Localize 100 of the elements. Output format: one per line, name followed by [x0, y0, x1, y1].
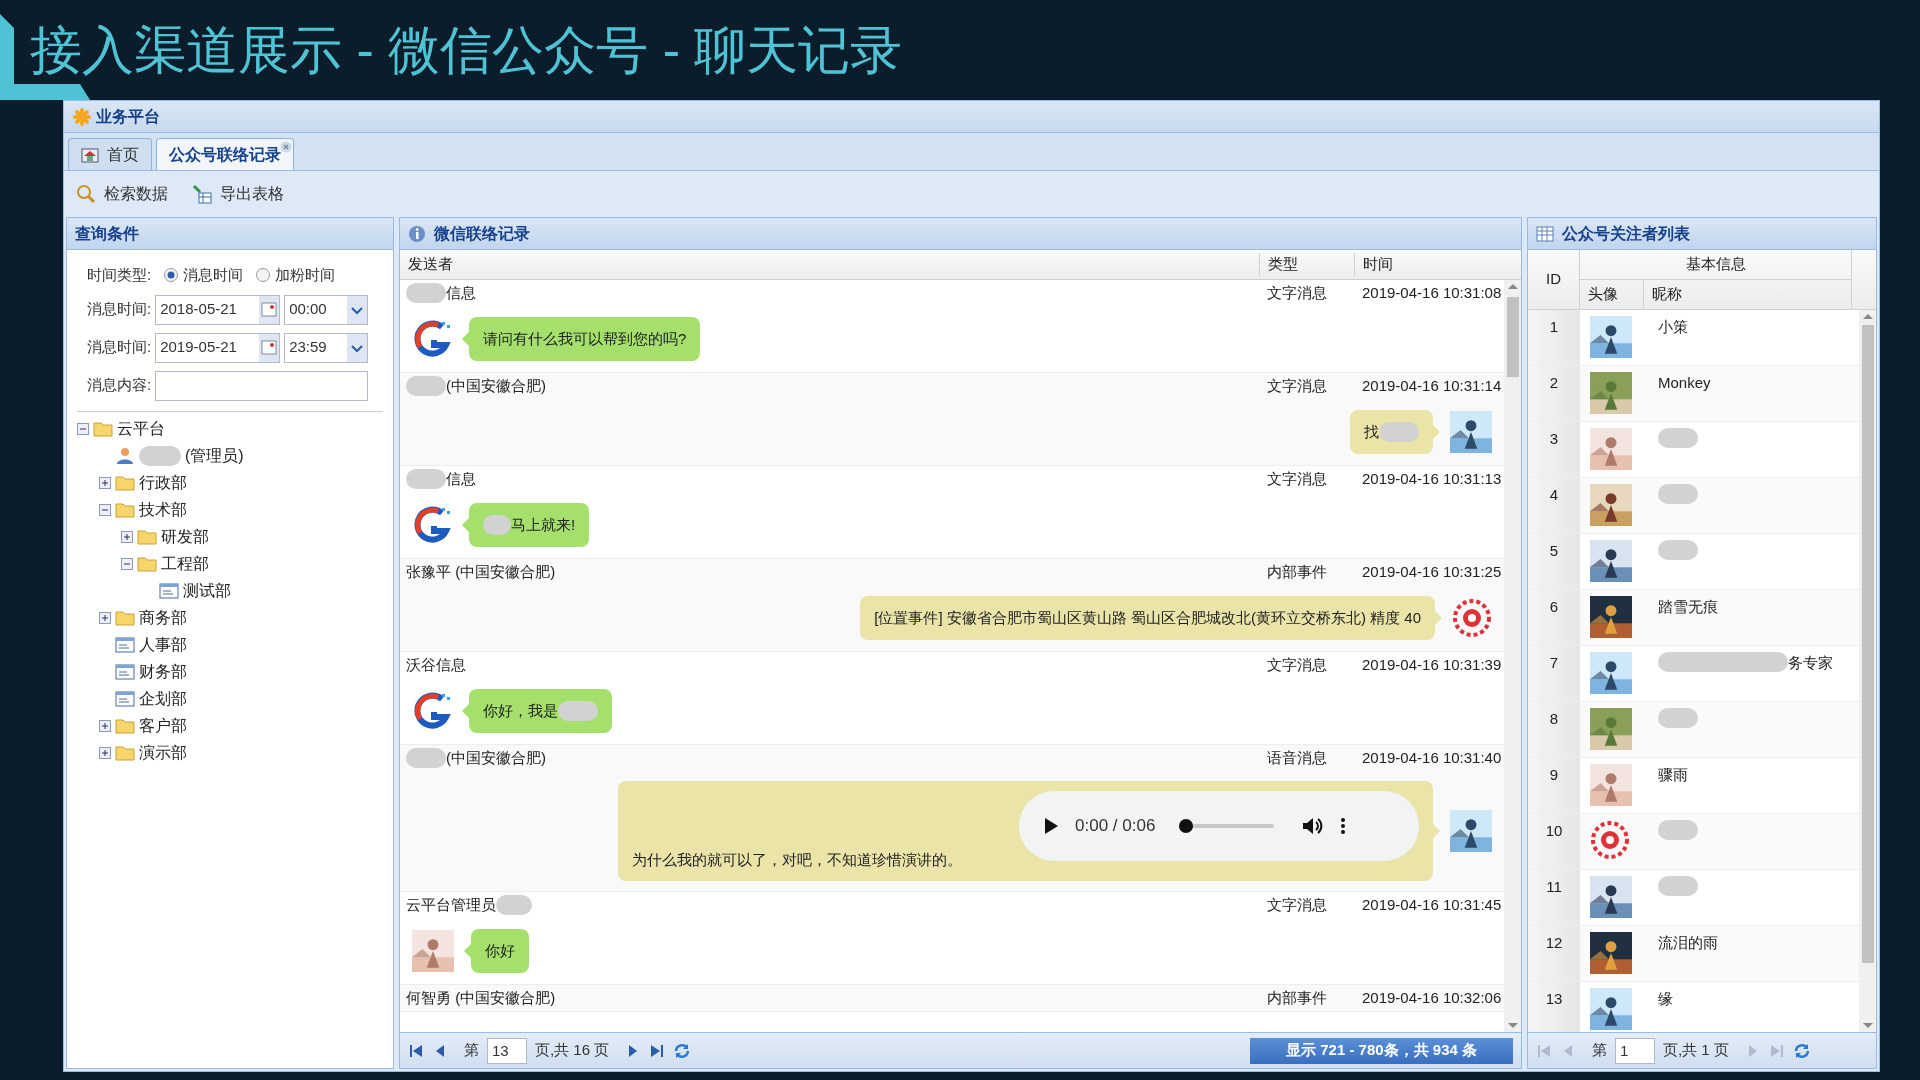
sender-name: 张豫平 (中国安徽合肥) — [406, 561, 556, 582]
scrollbar[interactable] — [1504, 280, 1521, 1032]
calendar-icon[interactable] — [259, 295, 280, 324]
message-text: 你好 — [485, 940, 515, 961]
date-field[interactable]: 2019-05-21 — [155, 332, 281, 363]
refresh-icon[interactable] — [1792, 1041, 1811, 1060]
folder-icon — [93, 419, 113, 439]
tree-item[interactable]: 行政部 — [139, 471, 187, 495]
list-icon — [115, 635, 135, 655]
message-text: [位置事件] 安徽省合肥市蜀山区黄山路 蜀山区合肥城改北(黄环立交桥东北) 精度 40 — [874, 607, 1421, 628]
toolbar-button[interactable]: 导出表格 — [192, 182, 284, 206]
message-time: 2019-04-16 10:31:08 — [1361, 282, 1503, 303]
expand-icon[interactable] — [99, 477, 111, 489]
play-icon[interactable] — [1043, 817, 1059, 835]
radio-option[interactable]: 加粉时间 — [255, 264, 336, 287]
folder-icon — [137, 554, 157, 574]
tree-item[interactable]: 云平台 — [117, 417, 165, 441]
spreadsheet-icon — [192, 184, 212, 204]
message-time: 2019-04-16 10:31:25 — [1361, 561, 1503, 582]
sender-name: (中国安徽合肥) — [446, 747, 546, 768]
radio-icon[interactable] — [163, 267, 180, 284]
message-type: 文字消息 — [1266, 468, 1328, 489]
nickname: 务专家 — [1788, 653, 1833, 673]
message-time: 2019-04-16 10:31:45 — [1361, 894, 1503, 915]
expand-icon[interactable] — [99, 747, 111, 759]
list-icon — [115, 662, 135, 682]
info-icon — [408, 224, 426, 243]
tree-item[interactable]: 客户部 — [139, 714, 187, 738]
date-field[interactable]: 2018-05-21 — [155, 294, 281, 325]
folder-icon — [115, 743, 135, 763]
page-input[interactable]: 1 — [1615, 1037, 1655, 1064]
scrollbar[interactable] — [1859, 310, 1876, 1032]
tree-item[interactable]: 测试部 — [183, 579, 231, 603]
last-page-icon[interactable] — [649, 1042, 666, 1059]
logo-icon — [412, 505, 452, 545]
tree-item[interactable]: 研发部 — [161, 525, 209, 549]
expand-icon[interactable] — [99, 720, 111, 732]
more-icon[interactable] — [1340, 816, 1347, 836]
collapse-icon[interactable] — [77, 423, 89, 435]
field-label: 消息内容: — [87, 375, 152, 396]
input-field[interactable] — [155, 370, 369, 401]
message-type: 内部事件 — [1266, 561, 1328, 582]
message-text: 你好，我是 — [483, 700, 558, 721]
message-type: 内部事件 — [1266, 987, 1328, 1008]
nickname: 小策 — [1658, 317, 1688, 337]
tree-item[interactable]: 商务部 — [139, 606, 187, 630]
time-field[interactable]: 00:00 — [284, 294, 369, 325]
close-icon[interactable] — [280, 141, 292, 153]
page-input[interactable]: 13 — [487, 1037, 527, 1064]
app-title: 业务平台 — [96, 106, 160, 127]
list-icon — [115, 689, 135, 709]
folder-icon — [137, 527, 157, 547]
tree-item[interactable]: 技术部 — [139, 498, 187, 522]
tree-item[interactable]: 演示部 — [139, 741, 187, 765]
collapse-icon[interactable] — [99, 504, 111, 516]
tree-item[interactable]: 企划部 — [139, 687, 187, 711]
message-type: 文字消息 — [1266, 654, 1328, 675]
sender-name: 沃谷信息 — [406, 654, 466, 675]
radio-option[interactable]: 消息时间 — [163, 264, 244, 287]
dropdown-icon[interactable] — [347, 295, 368, 324]
sender-name: 云平台管理员 — [406, 894, 496, 915]
nickname: 踏雪无痕 — [1658, 597, 1718, 617]
tab[interactable]: 公众号联络记录 — [156, 138, 294, 170]
folder-icon — [115, 473, 135, 493]
radio-icon[interactable] — [255, 267, 272, 284]
message-time: 2019-04-16 10:31:39 — [1361, 654, 1503, 675]
message-text: 请问有什么我可以帮到您的吗? — [483, 328, 687, 349]
refresh-icon[interactable] — [673, 1041, 692, 1060]
nickname: 缘 — [1658, 989, 1673, 1009]
first-page-icon[interactable] — [408, 1042, 424, 1059]
audio-player[interactable]: 0:00 / 0:06 — [1019, 791, 1419, 861]
nickname: 流泪的雨 — [1658, 933, 1718, 953]
collapse-icon[interactable] — [121, 558, 133, 570]
column-header: 基本信息 — [1580, 250, 1851, 280]
volume-icon[interactable] — [1302, 816, 1325, 836]
audio-thumb[interactable] — [1179, 819, 1194, 833]
panel-header: 公众号关注者列表 — [1528, 218, 1876, 250]
folder-icon — [115, 716, 135, 736]
nickname: Monkey — [1658, 373, 1711, 393]
row-number: 1 — [1528, 310, 1580, 365]
expand-icon[interactable] — [99, 612, 111, 624]
row-number: 2 — [1528, 366, 1580, 421]
audio-slider[interactable] — [1179, 819, 1275, 833]
row-number: 10 — [1528, 814, 1580, 869]
list-icon — [159, 581, 179, 601]
time-field[interactable]: 23:59 — [284, 332, 369, 363]
tree-item[interactable]: 财务部 — [139, 660, 187, 684]
column-header: 发送者 — [407, 254, 454, 275]
tab[interactable]: 首页 — [68, 138, 152, 170]
calendar-icon[interactable] — [259, 333, 280, 362]
expand-icon[interactable] — [121, 531, 133, 543]
pattern-icon — [1590, 820, 1630, 860]
column-header: 类型 — [1259, 253, 1354, 276]
column-header: 时间 — [1354, 253, 1504, 276]
toolbar-button[interactable]: 检索数据 — [76, 182, 168, 206]
tree-item[interactable]: 工程部 — [161, 552, 209, 576]
tree-item[interactable]: (管理员) — [185, 444, 244, 468]
tree-item[interactable]: 人事部 — [139, 633, 187, 657]
row-number: 8 — [1528, 702, 1580, 757]
dropdown-icon[interactable] — [347, 333, 368, 362]
